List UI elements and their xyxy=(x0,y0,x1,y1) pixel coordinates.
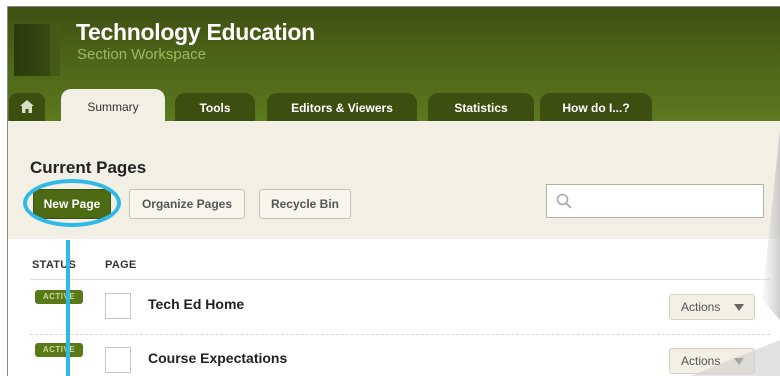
tab-bar: Summary Tools Editors & Viewers Statisti… xyxy=(8,87,780,121)
site-title: Technology Education xyxy=(76,19,315,45)
recycle-bin-button[interactable]: Recycle Bin xyxy=(259,189,351,219)
search-icon xyxy=(556,193,572,209)
main-content: Current Pages New Page Organize Pages Re… xyxy=(8,121,780,376)
site-header: Technology Education Section Workspace S… xyxy=(8,7,780,121)
status-badge: ACTIVE xyxy=(35,343,83,357)
tab-home[interactable] xyxy=(9,93,45,121)
home-icon xyxy=(20,100,34,113)
tab-summary[interactable]: Summary xyxy=(61,89,165,121)
tab-how-do-i[interactable]: How do I...? xyxy=(540,93,652,121)
row-checkbox[interactable] xyxy=(105,347,131,373)
row-checkbox[interactable] xyxy=(105,293,131,319)
app-window: Technology Education Section Workspace S… xyxy=(7,6,780,376)
actions-dropdown[interactable]: Actions xyxy=(669,348,755,374)
search-field[interactable] xyxy=(546,184,764,218)
section-title: Current Pages xyxy=(30,158,147,177)
highlight-circle xyxy=(23,179,121,227)
row-divider xyxy=(30,334,770,335)
caret-down-icon xyxy=(734,304,744,311)
tab-tools[interactable]: Tools xyxy=(175,93,255,121)
caret-down-icon xyxy=(734,358,744,365)
site-logo xyxy=(14,24,60,76)
search-input[interactable] xyxy=(579,190,759,212)
organize-pages-button[interactable]: Organize Pages xyxy=(129,189,245,219)
actions-dropdown[interactable]: Actions xyxy=(669,294,755,320)
callout-line xyxy=(66,240,70,376)
actions-label: Actions xyxy=(681,354,721,368)
content-toolbar-area: Current Pages New Page Organize Pages Re… xyxy=(8,121,780,239)
tab-editors-viewers[interactable]: Editors & Viewers xyxy=(267,93,417,121)
column-header-page[interactable]: PAGE xyxy=(105,259,137,271)
header-divider xyxy=(30,279,770,280)
page-title-link[interactable]: Course Expectations xyxy=(148,350,287,366)
status-badge: ACTIVE xyxy=(35,290,83,304)
site-subtitle: Section Workspace xyxy=(77,46,206,63)
actions-label: Actions xyxy=(681,300,721,314)
page-title-link[interactable]: Tech Ed Home xyxy=(148,296,244,312)
tab-statistics[interactable]: Statistics xyxy=(428,93,534,121)
